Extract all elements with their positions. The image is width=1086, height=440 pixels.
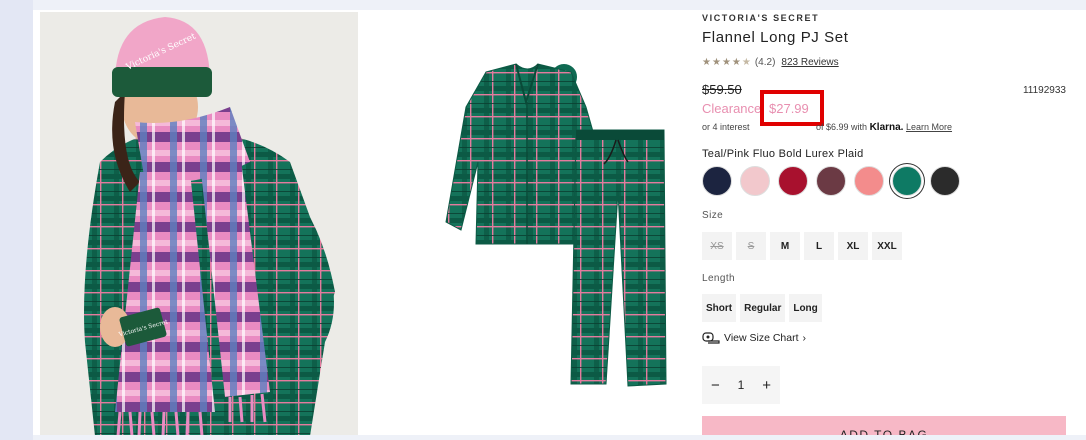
brand-name: VICTORIA'S SECRET	[702, 13, 820, 23]
length-option-short[interactable]: Short	[702, 294, 737, 322]
klarna-logo: Klarna.	[869, 122, 904, 133]
klarna-text-post-group: of $6.99 with Klarna. Learn More	[816, 122, 952, 133]
decrease-quantity-button[interactable]: −	[711, 377, 720, 394]
size-option-m[interactable]: M	[770, 232, 800, 260]
view-size-chart-link[interactable]: View Size Chart ›	[702, 332, 806, 344]
reviews-link[interactable]: 823 Reviews	[781, 57, 838, 68]
size-option-xl[interactable]: XL	[838, 232, 868, 260]
tape-measure-icon	[702, 332, 720, 344]
klarna-text-pre: or 4 interest	[702, 122, 750, 132]
sale-price: $27.99	[769, 101, 809, 116]
color-swatch-navy-star[interactable]	[702, 166, 732, 196]
star-icon: ★	[721, 56, 731, 68]
star-icon: ★	[702, 56, 711, 68]
size-label: Size	[702, 210, 724, 221]
model-illustration: Victoria's Secret Victoria's Secret	[40, 12, 358, 436]
length-options: Short Regular Long	[702, 294, 822, 322]
star-icon: ★	[741, 56, 751, 68]
clearance-label: Clearance	[702, 101, 762, 116]
size-option-s[interactable]: S	[736, 232, 766, 260]
rating-value: (4.2)	[754, 57, 776, 68]
rating-row: ★ ★ ★ ★ ★ (4.2) 823 Reviews	[702, 57, 839, 68]
pajama-set-illustration	[366, 12, 704, 436]
product-title: Flannel Long PJ Set	[702, 29, 849, 46]
size-chart-label: View Size Chart	[724, 332, 799, 344]
star-icon: ★	[731, 56, 741, 68]
star-icon: ★	[711, 56, 721, 68]
length-option-long[interactable]: Long	[789, 294, 822, 322]
size-option-l[interactable]: L	[804, 232, 834, 260]
color-swatch-teal-pink-plaid[interactable]	[892, 166, 922, 196]
product-sku: 11192933	[1022, 85, 1066, 96]
product-page: Victoria's Secret Victoria's Secret VICT…	[33, 0, 1086, 440]
length-option-regular[interactable]: Regular	[740, 294, 786, 322]
size-option-xs[interactable]: XS	[702, 232, 732, 260]
bottom-strip	[33, 435, 1086, 440]
color-swatch-black-white-plaid[interactable]	[930, 166, 960, 196]
increase-quantity-button[interactable]: +	[762, 377, 771, 394]
product-flatlay-photo[interactable]	[366, 12, 704, 436]
model-photo[interactable]: Victoria's Secret Victoria's Secret	[40, 12, 358, 436]
length-label: Length	[702, 273, 735, 284]
klarna-learn-more-link[interactable]: Learn More	[906, 122, 952, 132]
klarna-financing: or 4 interest of $6.99 with Klarna. Lear…	[702, 122, 952, 133]
product-details: VICTORIA'S SECRET Flannel Long PJ Set ★ …	[702, 0, 1086, 440]
size-options: XS S M L XL XXL	[702, 232, 902, 260]
color-swatches	[702, 166, 960, 196]
color-swatch-pink-stripe[interactable]	[740, 166, 770, 196]
selected-color-name: Teal/Pink Fluo Bold Lurex Plaid	[702, 148, 864, 160]
color-swatch-red-plaid[interactable]	[778, 166, 808, 196]
original-price: $59.50	[702, 82, 742, 97]
color-swatch-burgundy-plaid[interactable]	[816, 166, 846, 196]
quantity-stepper: − 1 +	[702, 366, 780, 404]
chevron-right-icon: ›	[802, 332, 807, 344]
size-option-xxl[interactable]: XXL	[872, 232, 902, 260]
color-swatch-pink-red-plaid[interactable]	[854, 166, 884, 196]
rating-stars: ★ ★ ★ ★ ★	[702, 56, 751, 68]
quantity-value: 1	[737, 378, 745, 392]
klarna-text-post: of $6.99 with	[816, 122, 868, 132]
